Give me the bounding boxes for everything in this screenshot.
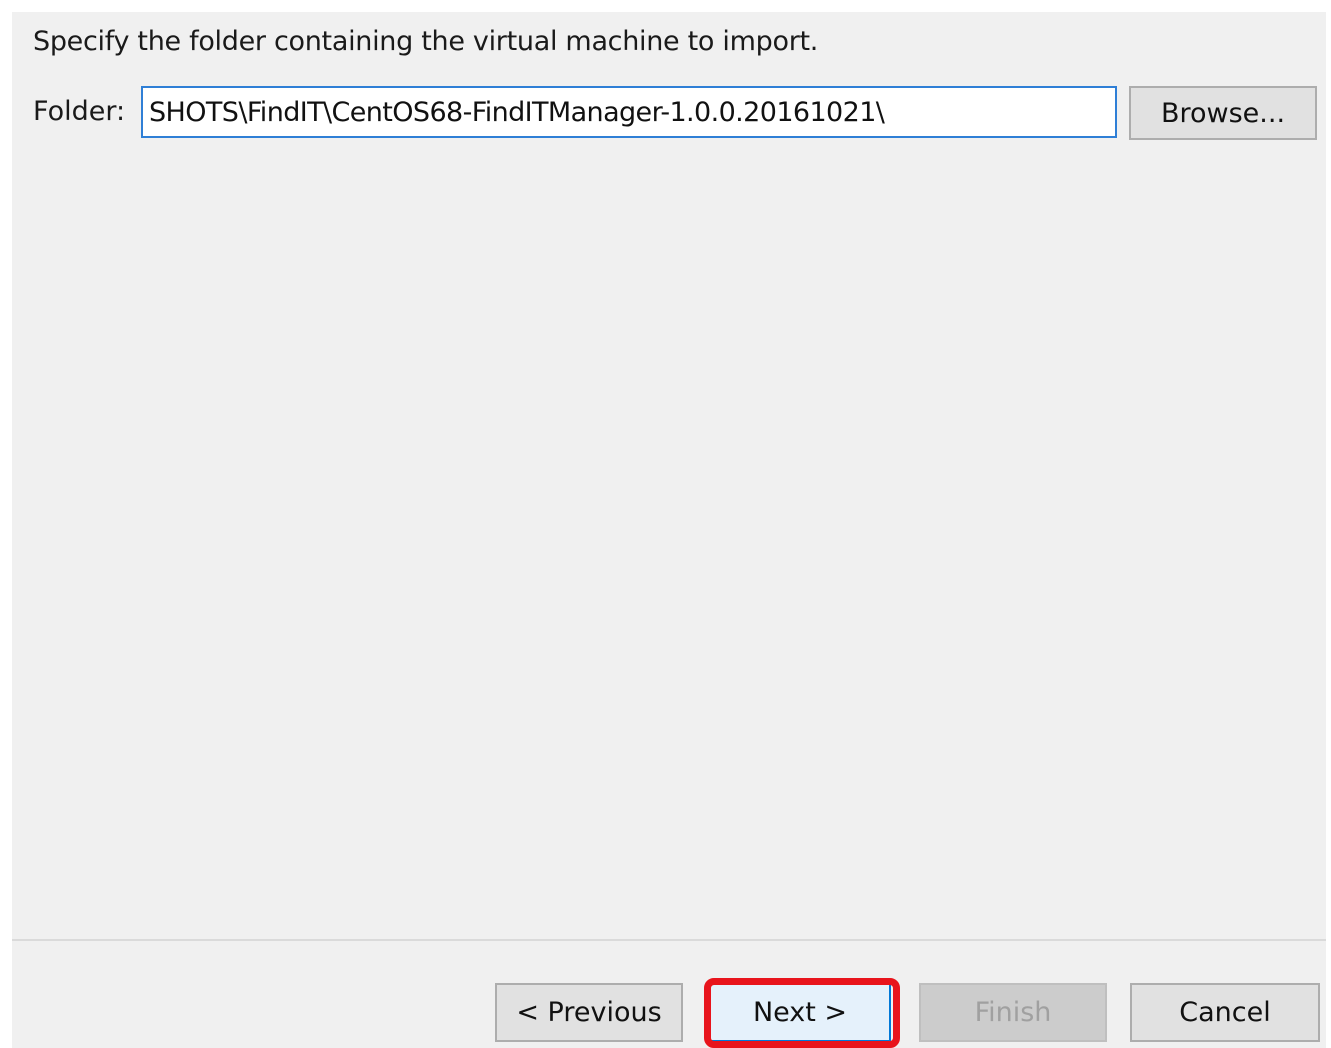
footer-separator — [12, 939, 1326, 941]
folder-input[interactable] — [141, 86, 1117, 138]
previous-button[interactable]: < Previous — [495, 983, 683, 1042]
cancel-button[interactable]: Cancel — [1130, 983, 1320, 1042]
folder-label: Folder: — [33, 96, 126, 127]
import-wizard-dialog: Specify the folder containing the virtua… — [12, 12, 1326, 1048]
instruction-text: Specify the folder containing the virtua… — [33, 26, 819, 57]
finish-button[interactable]: Finish — [919, 983, 1107, 1042]
next-button[interactable]: Next > — [709, 983, 891, 1042]
browse-button[interactable]: Browse... — [1129, 86, 1317, 140]
